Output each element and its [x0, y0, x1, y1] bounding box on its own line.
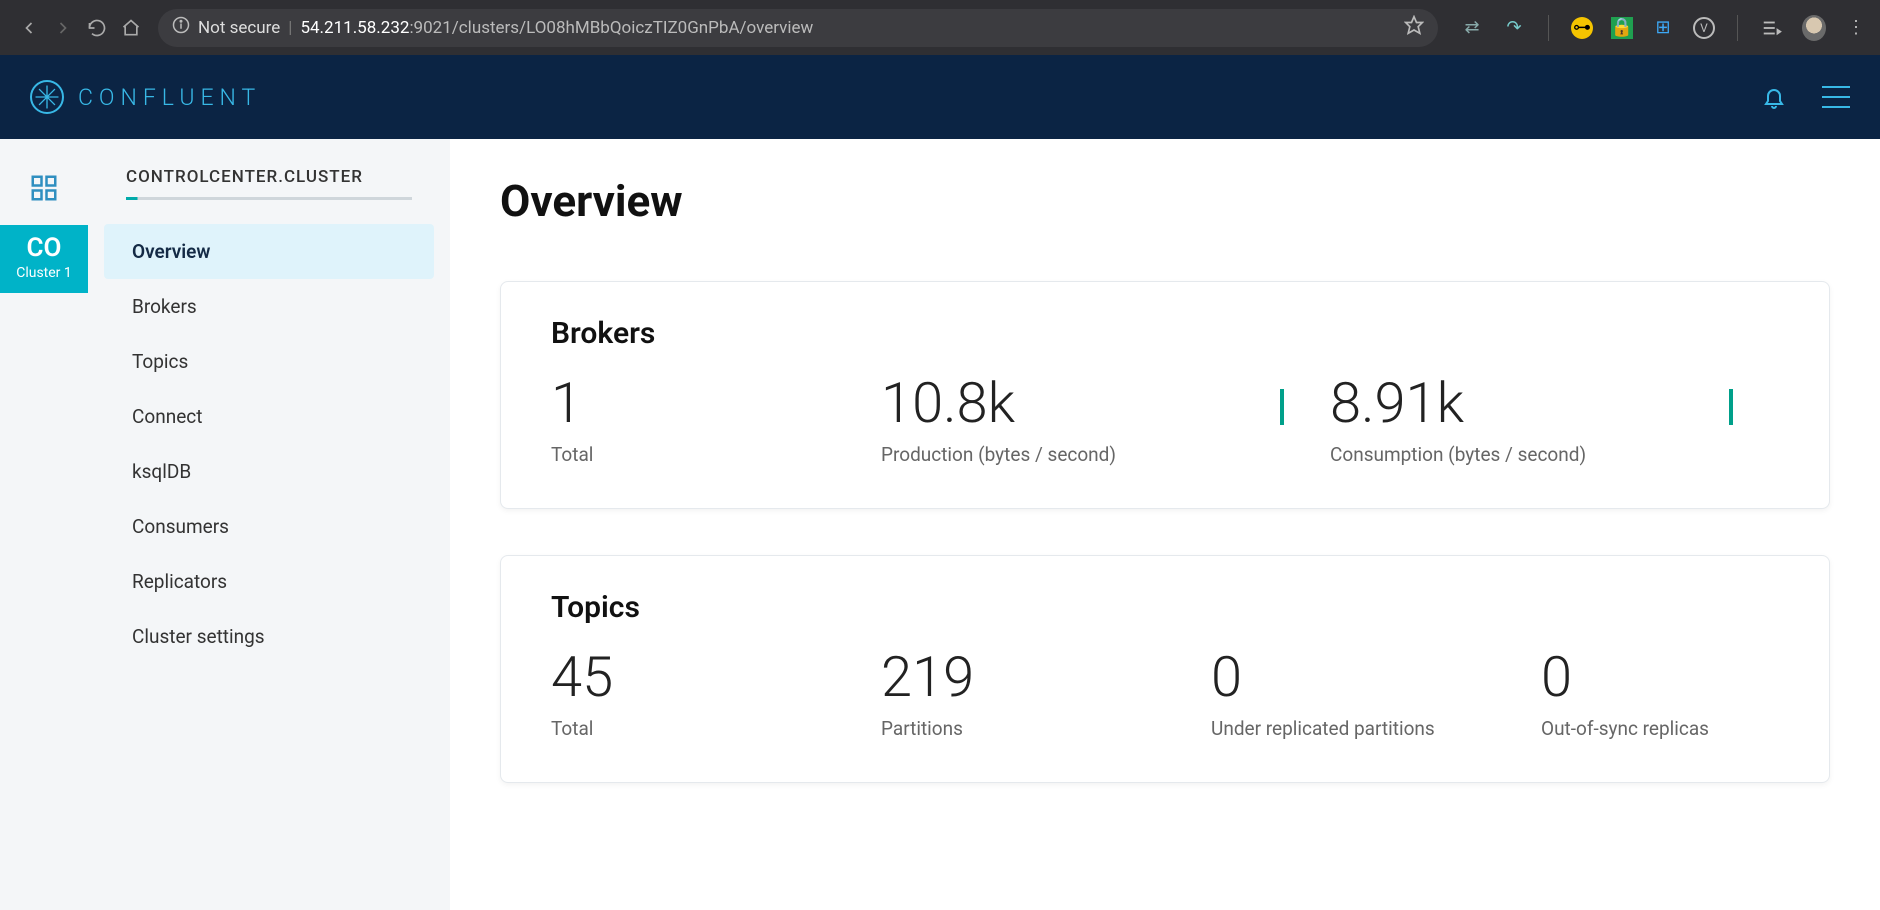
topics-partitions-metric: 219 Partitions [881, 649, 1211, 740]
topics-oos-metric: 0 Out-of-sync replicas [1541, 649, 1779, 740]
ext-lock-icon[interactable]: 🔒 [1611, 17, 1633, 39]
forward-icon[interactable] [46, 11, 80, 45]
page-title: Overview [500, 175, 1830, 227]
topics-total-metric: 45 Total [551, 649, 881, 740]
browser-bar: Not secure | 54.211.58.232:9021/clusters… [0, 0, 1880, 55]
brokers-total-value: 1 [551, 375, 881, 431]
topics-oos-value: 0 [1541, 649, 1779, 705]
ext-windows-icon[interactable]: ⊞ [1651, 16, 1675, 40]
sidebar-item-overview[interactable]: Overview [104, 224, 434, 279]
hamburger-icon[interactable] [1822, 86, 1850, 108]
brokers-cons-label: Consumption (bytes / second) [1330, 443, 1719, 466]
topics-urp-metric: 0 Under replicated partitions [1211, 649, 1541, 740]
divider [1737, 15, 1738, 41]
cluster-short: CO [0, 235, 88, 261]
sidebar-item-topics[interactable]: Topics [104, 334, 434, 389]
topics-urp-value: 0 [1211, 649, 1541, 705]
profile-avatar[interactable] [1802, 16, 1826, 40]
info-icon [172, 16, 190, 39]
kebab-menu-icon[interactable]: ⋮ [1844, 16, 1868, 40]
sidebar-item-replicators[interactable]: Replicators [104, 554, 434, 609]
brokers-total-metric: 1 Total [551, 375, 881, 466]
sidebar-item-consumers[interactable]: Consumers [104, 499, 434, 554]
brand[interactable]: CONFLUENT [30, 80, 261, 114]
ext-v-icon[interactable]: V [1693, 17, 1715, 39]
sidebar-item-cluster-settings[interactable]: Cluster settings [104, 609, 434, 664]
home-icon[interactable] [114, 11, 148, 45]
topics-urp-label: Under replicated partitions [1211, 717, 1541, 740]
topics-total-label: Total [551, 717, 881, 740]
ext-icon-2[interactable]: ↷ [1502, 16, 1526, 40]
ext-icon-1[interactable]: ⇄ [1460, 16, 1484, 40]
brokers-card-title: Brokers [551, 316, 1779, 351]
browser-extensions: ⇄ ↷ ⊶ 🔒 ⊞ V ⋮ [1460, 15, 1868, 41]
back-icon[interactable] [12, 11, 46, 45]
sidebar-item-ksqldb[interactable]: ksqlDB [104, 444, 434, 499]
brand-logo-icon [30, 80, 64, 114]
sparkline-prod-icon [1280, 389, 1290, 425]
brokers-prod-label: Production (bytes / second) [881, 443, 1270, 466]
sidebar: CONTROLCENTER.CLUSTER Overview Brokers T… [88, 139, 450, 910]
brand-text: CONFLUENT [78, 84, 261, 111]
topics-card-title: Topics [551, 590, 1779, 625]
security-label: Not secure [198, 18, 280, 38]
brokers-card: Brokers 1 Total 10.8k Production (bytes … [500, 281, 1830, 509]
reload-icon[interactable] [80, 11, 114, 45]
cluster-name: Cluster 1 [0, 265, 88, 281]
sparkline-cons-icon [1729, 389, 1739, 425]
media-control-icon[interactable] [1760, 16, 1784, 40]
grid-icon[interactable] [25, 169, 63, 207]
brokers-prod-metric: 10.8k Production (bytes / second) [881, 375, 1270, 466]
bell-icon[interactable] [1762, 85, 1786, 109]
sidebar-item-brokers[interactable]: Brokers [104, 279, 434, 334]
content: Overview Brokers 1 Total 10.8k Productio… [450, 139, 1880, 910]
sidebar-underline [126, 197, 412, 200]
star-icon[interactable] [1404, 15, 1424, 40]
topics-oos-label: Out-of-sync replicas [1541, 717, 1779, 740]
sidebar-title: CONTROLCENTER.CLUSTER [98, 167, 440, 197]
topics-partitions-label: Partitions [881, 717, 1211, 740]
left-rail: CO Cluster 1 [0, 139, 88, 910]
ext-key-icon[interactable]: ⊶ [1571, 17, 1593, 39]
brokers-cons-value: 8.91k [1330, 375, 1719, 431]
topics-card: Topics 45 Total 219 Partitions 0 Under r… [500, 555, 1830, 783]
separator: | [288, 18, 292, 38]
address-bar[interactable]: Not secure | 54.211.58.232:9021/clusters… [158, 9, 1438, 47]
divider [1548, 15, 1549, 41]
brokers-prod-value: 10.8k [881, 375, 1270, 431]
topics-total-value: 45 [551, 649, 881, 705]
brokers-total-label: Total [551, 443, 881, 466]
url-text: 54.211.58.232:9021/clusters/LO08hMBbQoic… [300, 18, 813, 38]
main-area: CO Cluster 1 CONTROLCENTER.CLUSTER Overv… [0, 139, 1880, 910]
app-header: CONFLUENT [0, 55, 1880, 139]
topics-partitions-value: 219 [881, 649, 1211, 705]
sidebar-item-connect[interactable]: Connect [104, 389, 434, 444]
brokers-cons-metric: 8.91k Consumption (bytes / second) [1330, 375, 1719, 466]
rail-cluster-tile[interactable]: CO Cluster 1 [0, 225, 88, 293]
